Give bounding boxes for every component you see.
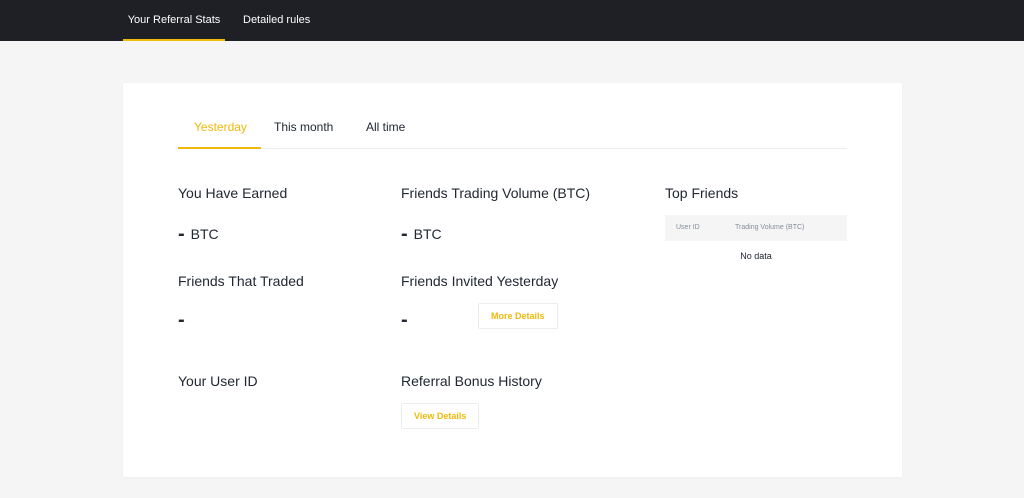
earned-amount: - [178, 223, 185, 245]
view-details-button[interactable]: View Details [401, 403, 480, 429]
column-header-trading-volume: Trading Volume (BTC) [735, 224, 805, 231]
friends-invited-value: - [401, 309, 414, 332]
top-friends-table-header: User ID Trading Volume (BTC) [665, 215, 847, 241]
earned-unit: BTC [190, 226, 219, 242]
active-tab-underline [178, 147, 261, 149]
period-tab-yesterday[interactable]: Yesterday [194, 120, 247, 134]
friends-traded-amount: - [178, 309, 185, 331]
earned-label: You Have Earned [178, 185, 288, 201]
referral-stats-card: Yesterday This month All time You Have E… [123, 83, 902, 477]
more-details-button[interactable]: More Details [478, 303, 558, 329]
tab-detailed-rules[interactable]: Detailed rules [243, 0, 310, 41]
tab-referral-stats[interactable]: Your Referral Stats [123, 0, 225, 41]
top-friends-title: Top Friends [665, 185, 739, 201]
top-nav-bar: Your Referral Stats Detailed rules [0, 0, 1024, 41]
friends-traded-label: Friends That Traded [178, 273, 304, 289]
friends-invited-amount: - [401, 309, 408, 331]
bonus-history-label: Referral Bonus History [401, 373, 542, 389]
earned-value: - BTC [178, 223, 219, 246]
period-tab-this-month[interactable]: This month [274, 120, 333, 134]
friends-traded-value: - [178, 309, 191, 332]
volume-value: - BTC [401, 223, 442, 246]
volume-label: Friends Trading Volume (BTC) [401, 185, 591, 201]
friends-invited-label: Friends Invited Yesterday [401, 273, 559, 289]
period-tabs: Yesterday This month All time [178, 108, 847, 149]
top-friends-empty-state: No data [740, 251, 772, 261]
volume-unit: BTC [413, 226, 442, 242]
user-id-label: Your User ID [178, 373, 258, 389]
volume-amount: - [401, 223, 408, 245]
period-tab-all-time[interactable]: All time [366, 120, 405, 134]
column-header-user-id: User ID [676, 224, 700, 231]
